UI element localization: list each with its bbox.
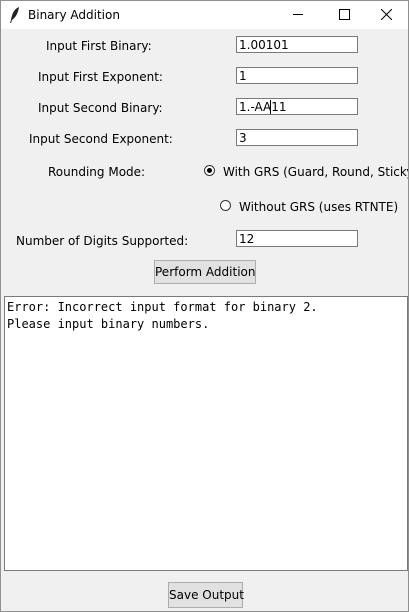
first-exponent-label: Input First Exponent:	[38, 70, 163, 84]
second-exponent-label: Input Second Exponent:	[29, 132, 173, 146]
digits-supported-input[interactable]: 12	[236, 230, 358, 247]
radio-without-grs[interactable]	[220, 200, 231, 211]
radio-with-grs[interactable]	[204, 165, 215, 176]
output-textarea[interactable]: Error: Incorrect input format for binary…	[4, 296, 408, 571]
radio-with-grs-label[interactable]: With GRS (Guard, Round, Sticky)	[223, 164, 408, 180]
perform-addition-button[interactable]: Perform Addition	[154, 260, 256, 284]
title-bar: Binary Addition	[1, 1, 408, 29]
second-binary-value: 1.-AA11	[239, 100, 287, 114]
feather-icon	[9, 6, 21, 24]
radio-selected-dot	[207, 168, 212, 173]
output-line: Please input binary numbers.	[7, 317, 210, 331]
window-title: Binary Addition	[28, 8, 120, 22]
maximize-button[interactable]	[322, 1, 368, 29]
save-output-button[interactable]: Save Output	[168, 582, 244, 608]
digits-supported-label: Number of Digits Supported:	[16, 234, 189, 248]
first-binary-input[interactable]: 1.00101	[236, 36, 358, 53]
first-binary-label: Input First Binary:	[46, 39, 152, 53]
close-icon	[381, 9, 392, 20]
rounding-mode-label: Rounding Mode:	[48, 165, 146, 179]
second-binary-label: Input Second Binary:	[38, 101, 163, 115]
text-caret	[270, 100, 271, 114]
second-exponent-input[interactable]: 3	[236, 129, 358, 146]
maximize-icon	[339, 9, 350, 20]
radio-without-grs-label[interactable]: Without GRS (uses RTNTE)	[239, 199, 398, 215]
first-exponent-input[interactable]: 1	[236, 67, 358, 84]
minimize-button[interactable]	[276, 1, 322, 29]
output-line: Error: Incorrect input format for binary…	[7, 300, 318, 314]
minimize-icon	[293, 14, 303, 15]
second-binary-input[interactable]: 1.-AA11	[236, 98, 358, 115]
app-window: Binary Addition Input First Binary: 1.00…	[0, 0, 409, 612]
close-button[interactable]	[364, 1, 408, 29]
